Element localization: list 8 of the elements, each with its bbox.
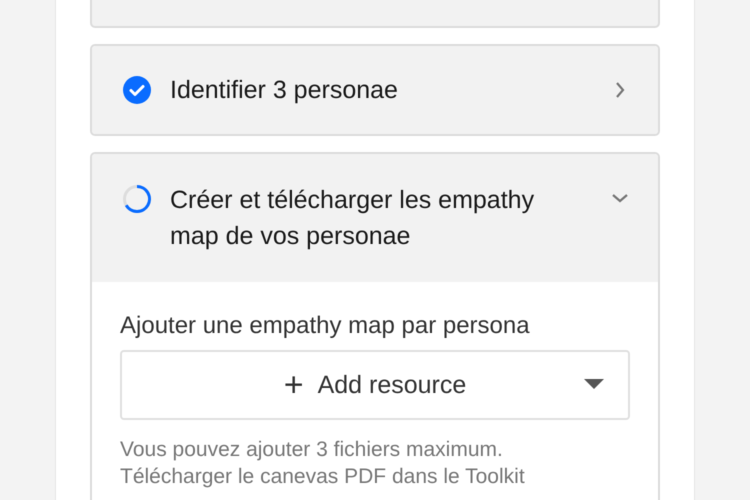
- task-title: Créer et télécharger les empathy map de vos personae: [170, 185, 536, 252]
- field-label: Ajouter une empathy map par persona: [120, 312, 531, 340]
- add-resource-dropdown[interactable]: + Add resource: [120, 350, 630, 420]
- help-text: Vous pouvez ajouter 3 fichiers maximum. Télécharger le canevas PDF dans le Toolkit: [120, 437, 526, 490]
- task-header[interactable]: Créer et télécharger les empathy map de vos personae: [92, 154, 658, 282]
- task-header[interactable]: Identifier 3 personae: [92, 46, 658, 134]
- task-title: Identifier 3 personae: [170, 75, 399, 106]
- caret-icon: [584, 379, 604, 391]
